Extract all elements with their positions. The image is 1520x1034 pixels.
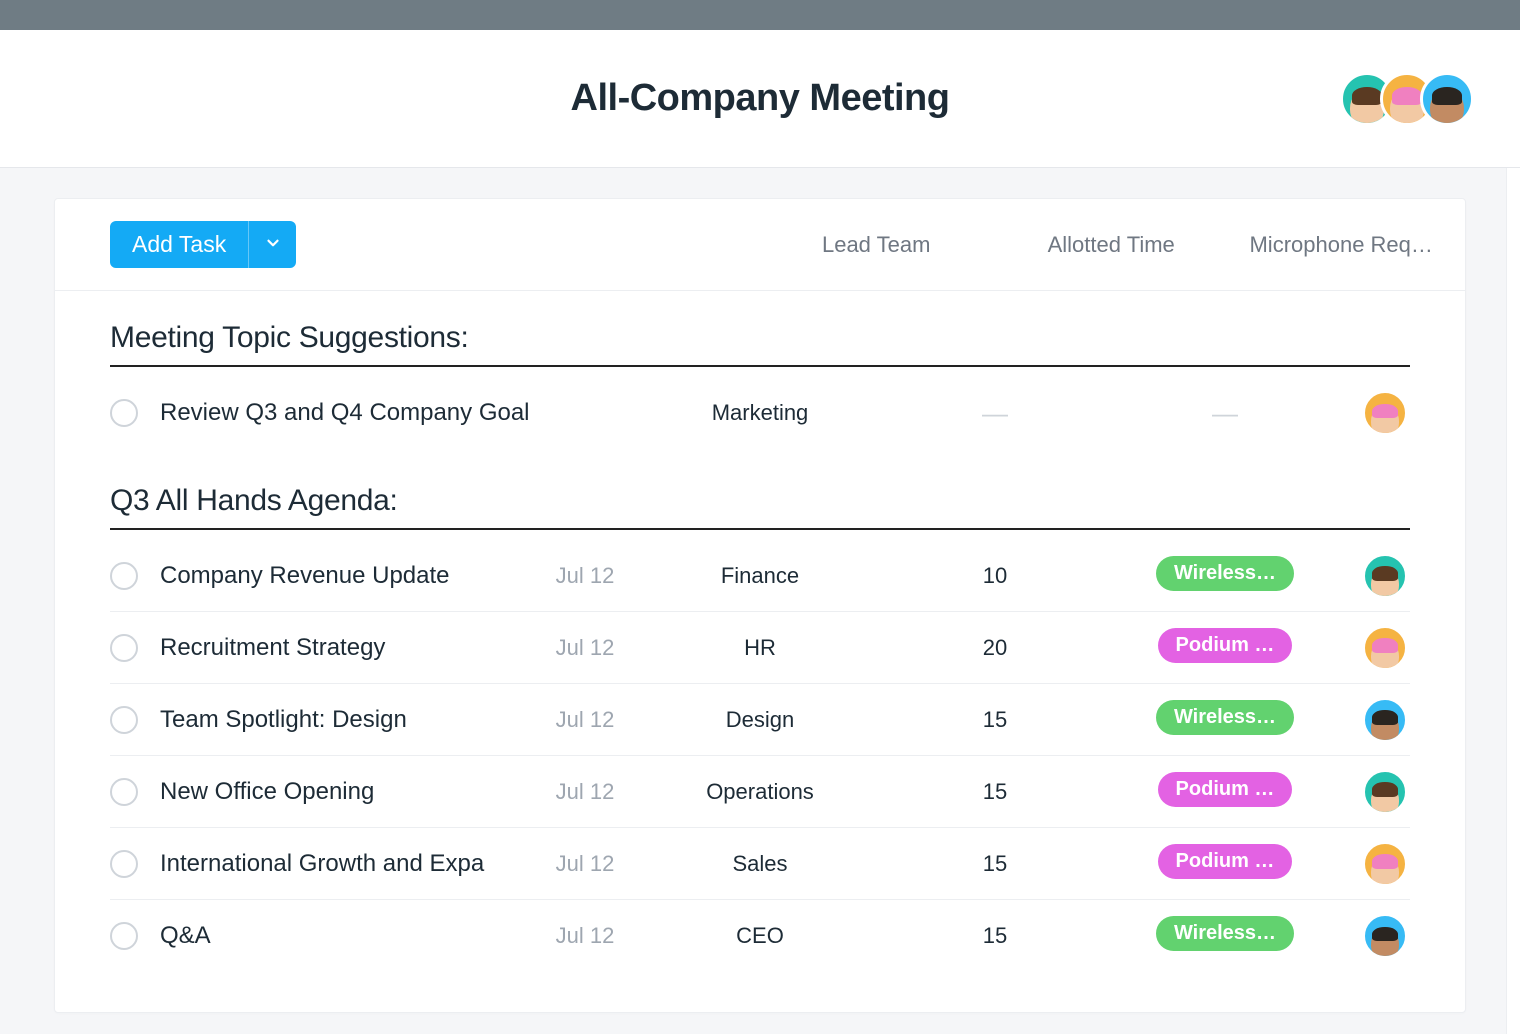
- task-lead-team[interactable]: Finance: [721, 563, 799, 588]
- avatar[interactable]: [1362, 553, 1408, 599]
- column-microphone-required[interactable]: Microphone Req…: [1249, 232, 1432, 257]
- section-title-agenda[interactable]: Q3 All Hands Agenda:: [110, 484, 1410, 530]
- task-panel: Add Task Lead Team Allotted Time Microph…: [54, 198, 1466, 1013]
- task-date[interactable]: Jul 12: [556, 851, 615, 876]
- task-microphone[interactable]: Podium …: [1158, 844, 1293, 879]
- task-lead-team[interactable]: Design: [726, 707, 794, 732]
- task-allotted-time[interactable]: 20: [983, 635, 1007, 660]
- task-name[interactable]: Team Spotlight: Design: [160, 706, 407, 733]
- task-microphone[interactable]: Wireless…: [1156, 556, 1294, 591]
- add-task-button[interactable]: Add Task: [110, 221, 248, 268]
- task-name[interactable]: International Growth and Expa: [160, 850, 484, 877]
- avatar[interactable]: [1362, 625, 1408, 671]
- task-allotted-time[interactable]: 15: [983, 923, 1007, 948]
- task-name[interactable]: Recruitment Strategy: [160, 634, 385, 661]
- avatar[interactable]: [1420, 72, 1474, 126]
- complete-checkbox[interactable]: [110, 634, 138, 662]
- complete-checkbox[interactable]: [110, 922, 138, 950]
- task-allotted-time[interactable]: 15: [983, 707, 1007, 732]
- complete-checkbox[interactable]: [110, 778, 138, 806]
- task-row[interactable]: New Office Opening Jul 12 Operations 15 Podi…: [110, 756, 1410, 828]
- task-allotted-time[interactable]: —: [982, 398, 1008, 428]
- task-date[interactable]: Jul 12: [556, 923, 615, 948]
- window-chrome-strip: [0, 0, 1520, 30]
- avatar[interactable]: [1362, 841, 1408, 887]
- task-lead-team[interactable]: Marketing: [712, 400, 809, 425]
- toolbar: Add Task Lead Team Allotted Time Microph…: [55, 199, 1465, 291]
- task-microphone[interactable]: —: [1212, 398, 1238, 428]
- task-microphone[interactable]: Wireless…: [1156, 700, 1294, 735]
- page-title: All-Company Meeting: [571, 77, 950, 120]
- column-allotted-time[interactable]: Allotted Time: [1048, 232, 1175, 257]
- task-lead-team[interactable]: CEO: [736, 923, 784, 948]
- task-row[interactable]: Company Revenue Update Jul 12 Finance 10 Wir…: [110, 540, 1410, 612]
- task-row[interactable]: Q&A Jul 12 CEO 15 Wireless…: [110, 900, 1410, 972]
- complete-checkbox[interactable]: [110, 399, 138, 427]
- avatar[interactable]: [1362, 769, 1408, 815]
- task-row[interactable]: Recruitment Strategy Jul 12 HR 20 Podium …: [110, 612, 1410, 684]
- task-row[interactable]: International Growth and Expa Jul 12 Sales…: [110, 828, 1410, 900]
- task-lead-team[interactable]: Sales: [732, 851, 787, 876]
- complete-checkbox[interactable]: [110, 706, 138, 734]
- task-lead-team[interactable]: HR: [744, 635, 776, 660]
- task-microphone[interactable]: Podium …: [1158, 628, 1293, 663]
- task-date[interactable]: Jul 12: [556, 707, 615, 732]
- task-microphone[interactable]: Wireless…: [1156, 916, 1294, 951]
- task-row[interactable]: Team Spotlight: Design Jul 12 Design 15 Wire…: [110, 684, 1410, 756]
- avatar[interactable]: [1362, 697, 1408, 743]
- scrollbar-track[interactable]: [1506, 168, 1520, 1034]
- complete-checkbox[interactable]: [110, 562, 138, 590]
- task-microphone[interactable]: Podium …: [1158, 772, 1293, 807]
- task-allotted-time[interactable]: 15: [983, 779, 1007, 804]
- task-date[interactable]: Jul 12: [556, 635, 615, 660]
- task-date[interactable]: Jul 12: [556, 779, 615, 804]
- task-date[interactable]: Jul 12: [556, 563, 615, 588]
- task-name[interactable]: Review Q3 and Q4 Company Goals: [160, 399, 530, 426]
- chevron-down-icon: [264, 234, 282, 255]
- project-members[interactable]: [1340, 72, 1474, 126]
- task-row[interactable]: Review Q3 and Q4 Company Goals Marketing —…: [110, 377, 1410, 449]
- task-allotted-time[interactable]: 10: [983, 563, 1007, 588]
- task-lead-team[interactable]: Operations: [706, 779, 814, 804]
- task-name[interactable]: Company Revenue Update: [160, 562, 450, 589]
- section-title-suggestions[interactable]: Meeting Topic Suggestions:: [110, 321, 1410, 367]
- complete-checkbox[interactable]: [110, 850, 138, 878]
- avatar[interactable]: [1362, 913, 1408, 959]
- task-name[interactable]: New Office Opening: [160, 778, 374, 805]
- task-name[interactable]: Q&A: [160, 922, 211, 949]
- column-lead-team[interactable]: Lead Team: [822, 232, 930, 257]
- task-allotted-time[interactable]: 15: [983, 851, 1007, 876]
- avatar[interactable]: [1362, 390, 1408, 436]
- page-header: All-Company Meeting: [0, 30, 1520, 168]
- add-task-dropdown-button[interactable]: [248, 221, 296, 268]
